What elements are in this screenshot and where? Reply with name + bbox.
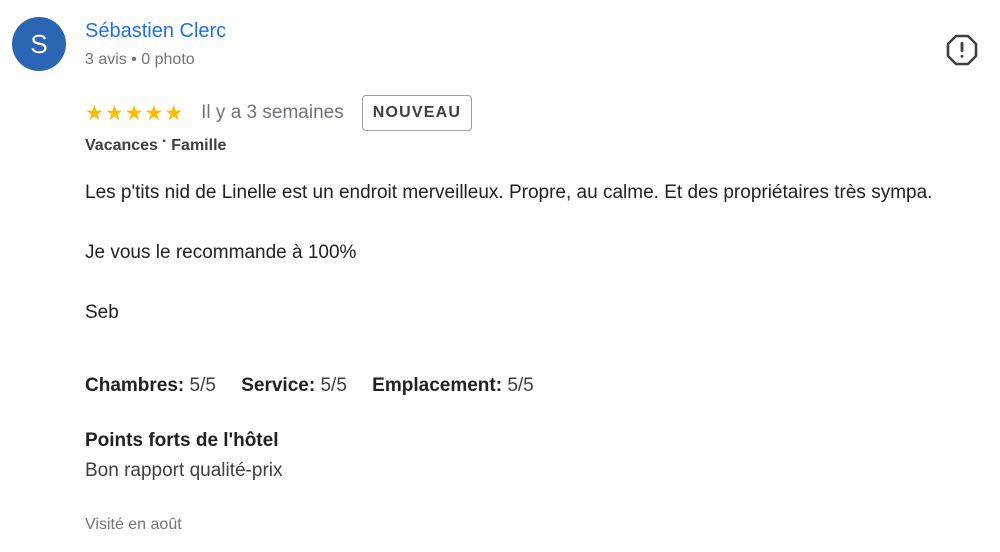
report-flag-icon	[946, 34, 978, 66]
highlights-title: Points forts de l'hôtel	[85, 430, 279, 451]
report-button[interactable]	[945, 33, 979, 67]
trip-companions: Famille	[171, 137, 227, 154]
star-icon: ★	[124, 100, 144, 125]
trip-type: Vacances	[85, 137, 158, 154]
sub-ratings: Chambres: 5/5 Service: 5/5 Emplacement: …	[85, 375, 554, 397]
reviewer-meta: 3 avis • 0 photo	[85, 51, 195, 68]
review-signature: Seb	[85, 302, 119, 323]
star-icon: ★	[144, 100, 164, 125]
rating-rooms: Chambres: 5/5	[85, 375, 216, 396]
review-paragraph: Les p'tits nid de Linelle est un endroit…	[85, 182, 933, 203]
star-icon: ★	[164, 100, 184, 125]
star-icon: ★	[104, 100, 124, 125]
review-date: Il y a 3 semaines	[201, 102, 344, 123]
star-rating: ★ ★ ★ ★ ★	[85, 100, 184, 125]
reviewer-name[interactable]: Sébastien Clerc	[85, 20, 226, 43]
trip-tags: Vacances · Famille	[85, 133, 227, 155]
highlights-value: Bon rapport qualité-prix	[85, 460, 283, 481]
rating-location: Emplacement: 5/5	[372, 375, 534, 396]
tag-separator: ·	[161, 133, 168, 150]
visit-date: Visité en août	[85, 516, 182, 533]
rating-row: ★ ★ ★ ★ ★ Il y a 3 semaines NOUVEAU	[85, 95, 473, 131]
rating-service: Service: 5/5	[241, 375, 347, 396]
review-card: S Sébastien Clerc 3 avis • 0 photo ★ ★ ★…	[0, 0, 1000, 552]
review-paragraph: Je vous le recommande à 100%	[85, 242, 357, 263]
avatar[interactable]: S	[12, 17, 66, 71]
review-text: Les p'tits nid de Linelle est un endroit…	[85, 178, 990, 328]
star-icon: ★	[85, 100, 104, 125]
new-badge: NOUVEAU	[361, 95, 473, 131]
